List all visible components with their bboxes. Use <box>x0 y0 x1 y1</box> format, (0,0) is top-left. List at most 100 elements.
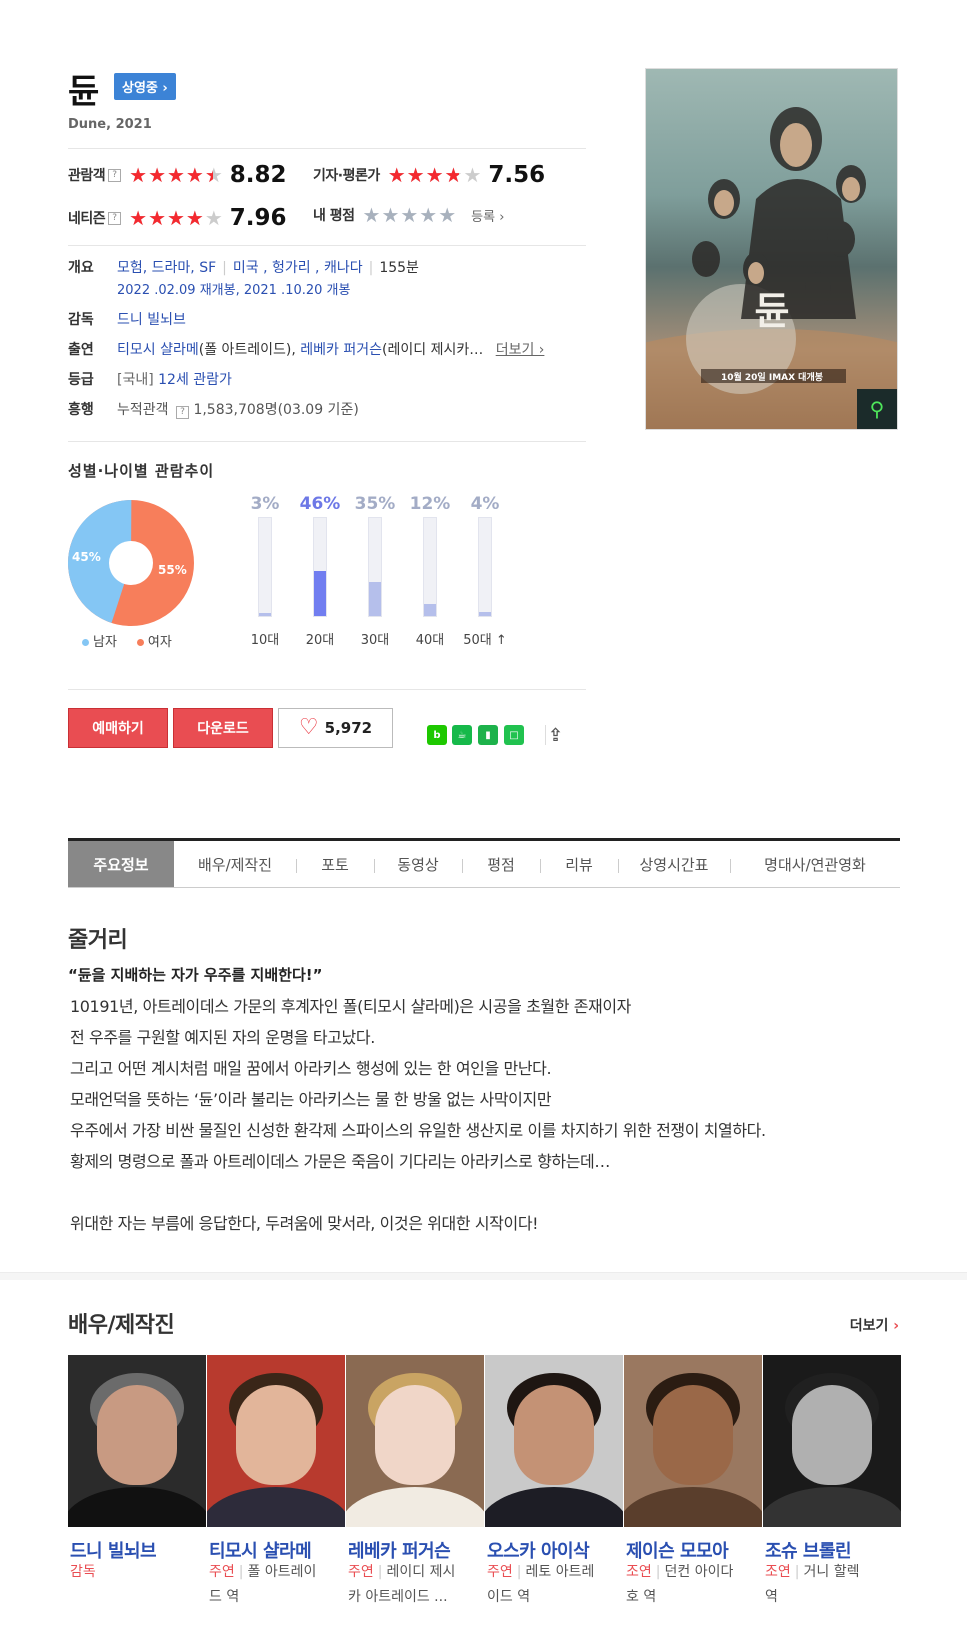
cast-more-link[interactable]: 더보기 › <box>850 1315 899 1335</box>
overview-label: 개요 <box>68 260 94 276</box>
critic-stars: ★★★★★★★★★★ <box>387 163 483 187</box>
age-bar-track <box>258 517 272 617</box>
like-count: 5,972 <box>324 719 373 737</box>
genres-link[interactable]: 모험, 드라마, SF <box>117 260 216 276</box>
cast-photo[interactable] <box>207 1355 345 1527</box>
divider <box>68 441 586 442</box>
cast-photo[interactable] <box>68 1355 206 1527</box>
age-bar-track <box>478 517 492 617</box>
age-bar <box>259 613 271 616</box>
help-icon[interactable]: ? <box>108 168 122 182</box>
download-button[interactable]: 다운로드 <box>173 708 273 748</box>
cast-photo[interactable] <box>485 1355 623 1527</box>
gender-donut-hole <box>109 541 153 585</box>
audience-rating: 관람객 ? ★★★★★★★★★★ 8.82 <box>68 162 287 188</box>
grade-link[interactable]: 12세 관람가 <box>158 372 232 388</box>
audience-score: 8.82 <box>229 162 287 188</box>
cast-role: 조연 | 던컨 아이다 호 역 <box>626 1564 734 1605</box>
now-showing-badge[interactable]: 상영중 › <box>114 73 176 100</box>
boxoffice-label: 흥행 <box>68 402 94 418</box>
female-dot-icon <box>136 639 144 646</box>
gender-legend: 남자 여자 <box>82 631 172 650</box>
age-pct-label: 3% <box>250 494 280 514</box>
divider <box>68 689 586 690</box>
tab-bar: 주요정보 배우/제작진 포토 동영상 평점 리뷰 상영시간표 명대사/연관영화 <box>68 838 900 888</box>
audience-stars: ★★★★★★★★★★ <box>129 163 224 187</box>
cast-link-1[interactable]: 티모시 샬라메 <box>117 342 199 358</box>
cast-photo[interactable] <box>624 1355 762 1527</box>
overview-value: 모험, 드라마, SF | 미국 , 헝가리 , 캐나다 | 155분 <box>117 260 419 276</box>
help-icon[interactable]: ? <box>175 406 189 419</box>
director-label: 감독 <box>68 312 94 328</box>
age-bar <box>314 570 326 616</box>
cast-role: 조연 | 거니 할렉 역 <box>765 1564 860 1605</box>
cast-more-link[interactable]: 더보기 › <box>496 342 545 358</box>
tab-1[interactable]: 주요정보 <box>68 841 174 887</box>
age-label: 50대 ↑ <box>463 633 507 648</box>
share-icon[interactable]: ⇪ <box>545 725 565 746</box>
reserve-button[interactable]: 예매하기 <box>68 708 168 748</box>
critic-rating-label: 기자·평론가 <box>313 168 380 184</box>
age-pct-label: 4% <box>470 494 500 514</box>
countries-link[interactable]: 미국 , 헝가리 , 캐나다 <box>233 260 363 276</box>
svg-text:10월 20일 IMAX 대개봉: 10월 20일 IMAX 대개봉 <box>721 371 823 383</box>
cast-role: 주연 | 폴 아트레이 드 역 <box>209 1564 317 1605</box>
tab-5[interactable]: 평점 <box>462 841 540 887</box>
legend-male-text: 남자 <box>93 635 117 650</box>
age-pct-label: 35% <box>354 494 396 514</box>
cast-more-text: 더보기 <box>849 1318 889 1334</box>
audience-rating-label: 관람객 <box>68 168 106 184</box>
like-button[interactable]: ♡ 5,972 <box>278 708 393 748</box>
male-pct-label: 45% <box>72 550 101 564</box>
age-bar <box>424 604 436 616</box>
grade-prefix: [국내] <box>117 372 154 388</box>
tab-4[interactable]: 동영상 <box>374 841 462 887</box>
boxoffice-number: 1,583,708명(03.09 기준) <box>193 402 359 418</box>
blog-share-icon[interactable]: b <box>427 725 447 745</box>
cafe-share-icon[interactable]: ☕ <box>452 725 472 745</box>
tab-3[interactable]: 포토 <box>296 841 374 887</box>
tab-8[interactable]: 명대사/연관영화 <box>730 841 900 887</box>
release-dates[interactable]: 2022 .02.09 재개봉, 2021 .10.20 개봉 <box>117 279 350 298</box>
cast-label: 출연 <box>68 342 94 358</box>
cast-role: 감독 <box>70 1564 96 1580</box>
cast-value: 티모시 샬라메(폴 아트레이드), 레베카 퍼거슨(레이디 제시카… 더보기 › <box>117 339 544 359</box>
poster-zoom-search-icon[interactable]: ⚲ <box>857 389 897 429</box>
cast-role: 주연 | 레토 아트레 이드 역 <box>487 1564 595 1605</box>
divider <box>68 148 586 149</box>
my-rating-stars[interactable]: ★★★★★ <box>363 205 458 225</box>
synopsis-line: 우주에서 가장 비싼 물질인 신성한 환각제 스파이스의 유일한 생산지로 이를… <box>70 1121 766 1140</box>
synopsis-line: 황제의 명령으로 폴과 아트레이데스 가문은 죽음이 기다리는 아라키스로 향하… <box>70 1152 610 1171</box>
male-dot-icon <box>82 639 89 646</box>
age-label: 30대 <box>360 633 390 648</box>
tab-7[interactable]: 상영시간표 <box>618 841 730 887</box>
cast-link-2[interactable]: 레베카 퍼거슨 <box>300 342 382 358</box>
section-separator <box>0 1272 967 1280</box>
critic-score: 7.56 <box>488 162 546 188</box>
cast-photo[interactable] <box>763 1355 901 1527</box>
age-label: 10대 <box>250 633 280 648</box>
help-icon[interactable]: ? <box>108 211 122 225</box>
cast-photo[interactable] <box>346 1355 484 1527</box>
legend-female: 여자 <box>136 631 172 650</box>
gender-donut-chart: 45% 55% <box>68 500 194 626</box>
heart-icon: ♡ <box>298 715 319 740</box>
my-rating-label: 내 평점 <box>313 208 355 224</box>
tab-6[interactable]: 리뷰 <box>540 841 618 887</box>
tab-2[interactable]: 배우/제작진 <box>174 841 296 887</box>
movie-title: 듄 <box>68 72 99 112</box>
cast-role-2: (레이디 제시카… <box>382 342 484 358</box>
bookmark-share-icon[interactable]: ▮ <box>478 725 498 745</box>
demographics-heading: 성별·나이별 관람추이 <box>68 462 215 480</box>
synopsis-line: 전 우주를 구원할 예지된 자의 운명을 타고났다. <box>70 1028 375 1047</box>
age-bar-track <box>423 517 437 617</box>
synopsis-line: 위대한 자는 부름에 응답한다, 두려움에 맞서라, 이것은 위대한 시작이다! <box>70 1214 539 1233</box>
poster-art: 듄 10월 20일 IMAX 대개봉 <box>646 107 897 429</box>
age-bar <box>369 581 381 616</box>
register-rating-link[interactable]: 등록 › <box>471 206 504 225</box>
synopsis-line: 모래언덕을 뜻하는 ‘듄’이라 불리는 아라키스는 물 한 방울 없는 사막이지… <box>70 1090 552 1109</box>
director-link[interactable]: 드니 빌뇌브 <box>117 309 186 329</box>
netizen-rating: 네티즌 ? ★★★★★★★★★★ 7.96 <box>68 205 287 231</box>
movie-poster[interactable]: 듄 10월 20일 IMAX 대개봉 ⚲ <box>645 68 898 430</box>
memo-share-icon[interactable]: □ <box>504 725 524 745</box>
